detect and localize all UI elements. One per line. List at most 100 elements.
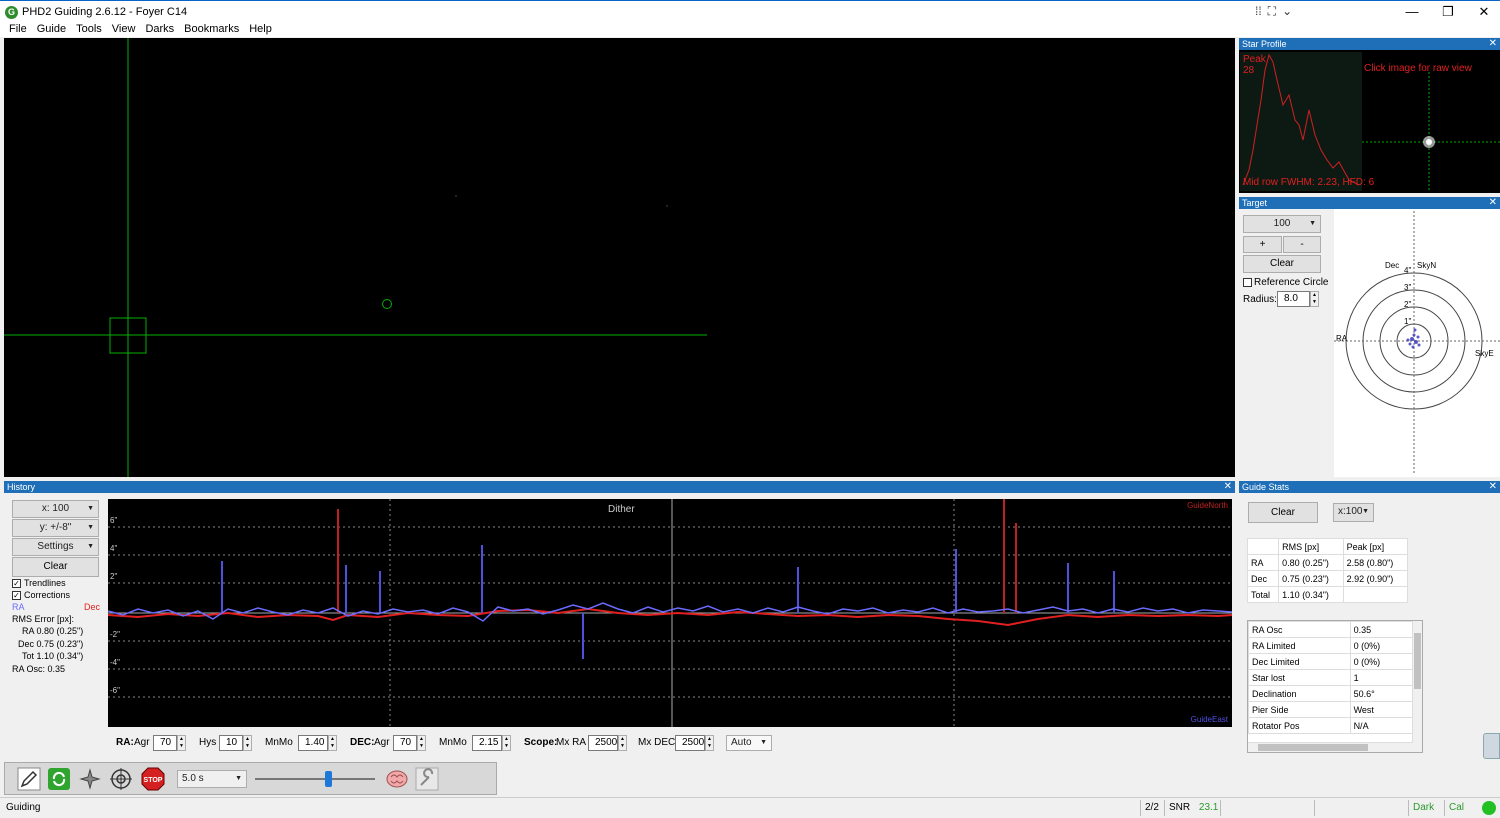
mx-dec-spinner[interactable]: ▲ ▼ [705,735,714,751]
info-stats-table: RA Osc 0.35 RA Limited 0 (0%) Dec Limited 0… [1248,621,1414,734]
scrollbar-thumb[interactable] [1414,633,1421,689]
radius-input[interactable]: 8.0 [1277,291,1310,307]
faint-star [666,205,668,207]
mx-ra-spinner[interactable]: ▲ ▼ [618,735,627,751]
dec-agr-input[interactable]: 70 [393,735,417,751]
table-cell [1342,586,1409,603]
history-graph[interactable]: Dither GuideNorth GuideEast 6" 4" 2" -2"… [107,499,1233,727]
brain-icon[interactable] [385,767,409,791]
menu-view[interactable]: View [107,23,141,37]
close-icon[interactable]: ✕ [1489,481,1497,493]
dec-mnmo-input[interactable]: 2.15 [472,735,502,751]
ra-agr-label: Agr [134,737,150,748]
stats-scale-dropdown[interactable]: x:100 ▼ [1333,503,1374,522]
history-clear-button[interactable]: Clear [12,557,99,577]
ring-label: 3" [1404,283,1412,292]
menu-darks[interactable]: Darks [140,23,179,37]
minimize-button[interactable]: — [1394,1,1430,24]
ring-label: 1" [1404,317,1412,326]
table-header: RMS [px] [1278,538,1344,555]
table-row: Rotator Pos N/A [1248,717,1414,734]
dec-mnmo-label: MnMo [439,737,467,748]
slider-thumb[interactable] [325,771,332,787]
reference-circle-label: Reference Circle [1254,277,1329,288]
info-stats-list[interactable]: RA Osc 0.35 RA Limited 0 (0%) Dec Limited 0… [1247,620,1423,753]
x-scale-dropdown[interactable]: x: 100 ▼ [12,500,99,518]
table-cell: 0 (0%) [1349,653,1414,670]
horizontal-scrollbar[interactable] [1248,742,1413,752]
y-scale-dropdown[interactable]: y: +/-8" ▼ [12,519,99,537]
menu-guide[interactable]: Guide [32,23,71,37]
scope-label: Scope: [524,737,558,748]
peak-label: Peak [1243,54,1266,65]
mx-ra-label: Mx RA [556,737,586,748]
pencil-icon[interactable] [17,767,41,791]
stats-clear-button[interactable]: Clear [1248,502,1318,523]
auto-select-star-icon[interactable] [78,767,102,791]
dec-agr-spinner[interactable]: ▲ ▼ [417,735,426,751]
chevron-down-icon[interactable]: ⌄ [1282,4,1292,22]
table-cell: 0.35 [1349,621,1414,638]
snr-value: 23.1 [1198,802,1219,813]
zoom-out-button[interactable]: - [1283,236,1321,253]
fullscreen-icon[interactable]: ⛶ [1268,4,1276,22]
close-icon[interactable]: ✕ [1489,38,1497,50]
guide-camera-view[interactable] [4,38,1235,477]
history-title: History [7,482,36,492]
zoom-in-button[interactable]: + [1243,236,1282,253]
trendlines-label: Trendlines [24,578,66,588]
ra-mnmo-input[interactable]: 1.40 [298,735,328,751]
table-cell: 0.75 (0.23") [1278,570,1344,587]
close-icon[interactable]: ✕ [1224,481,1232,493]
loop-icon[interactable] [47,767,71,791]
gamma-slider[interactable] [255,771,375,787]
stop-icon-text: STOP [144,777,163,784]
corrections-checkbox[interactable]: ✓ [12,591,21,600]
hys-spinner[interactable]: ▲ ▼ [243,735,252,751]
menu-bookmarks[interactable]: Bookmarks [179,23,244,37]
drag-grip-icon[interactable]: ⁞⁞ [1255,4,1262,22]
ra-params-label: RA: [116,737,134,748]
ra-agr-spinner[interactable]: ▲ ▼ [177,735,186,751]
hys-input[interactable]: 10 [219,735,243,751]
ra-agr-input[interactable]: 70 [153,735,177,751]
history-plot [107,499,1233,727]
trendlines-checkbox[interactable]: ✓ [12,579,21,588]
star-profile-pane[interactable]: Peak 28 Click image for raw view Mid row… [1239,50,1500,193]
ring-label: 4" [1404,266,1412,275]
history-pane: x: 100 ▼ y: +/-8" ▼ Settings ▼ Clear ✓ Tren… [4,493,1235,760]
guide-target-icon[interactable] [109,767,133,791]
settings-dropdown[interactable]: Settings ▼ [12,538,99,556]
radius-spinner[interactable]: ▲ ▼ [1310,291,1319,307]
close-icon[interactable]: ✕ [1489,197,1497,209]
dec-agr-label: Agr [374,737,390,748]
dec-params-label: DEC: [350,737,375,748]
dec-mnmo-spinner[interactable]: ▲ ▼ [502,735,511,751]
menu-tools[interactable]: Tools [71,23,107,37]
mx-ra-input[interactable]: 2500 [588,735,618,751]
wrench-icon[interactable] [415,767,439,791]
guide-stats-title: Guide Stats [1242,482,1290,492]
dec-mode-dropdown[interactable]: Auto ▼ [726,735,772,751]
scrollbar-thumb[interactable] [1258,744,1368,751]
side-dock-tab[interactable] [1483,733,1500,759]
mx-dec-input[interactable]: 2500 [675,735,705,751]
table-row: RA Osc 0.35 [1248,621,1414,638]
table-cell: RA Limited [1248,637,1351,654]
vertical-scrollbar[interactable] [1412,621,1422,752]
close-button[interactable]: ✕ [1466,1,1500,24]
reference-circle-checkbox[interactable] [1243,278,1252,287]
radius-label: Radius: [1243,294,1277,305]
target-bullseye [1334,211,1500,473]
table-header [1246,538,1280,555]
menu-help[interactable]: Help [244,23,277,37]
ra-mnmo-spinner[interactable]: ▲ ▼ [328,735,337,751]
stop-icon[interactable]: STOP [141,767,165,791]
menu-file[interactable]: File [4,23,32,37]
table-row: RA 0.80 (0.25") 2.58 (0.80") [1246,554,1409,571]
exposure-dropdown[interactable]: 5.0 s ▼ [177,770,247,788]
table-cell: Dec [1246,570,1280,587]
target-clear-button[interactable]: Clear [1243,255,1321,273]
target-scale-dropdown[interactable]: 100 ▼ [1243,215,1321,233]
maximize-button[interactable]: ❐ [1430,1,1466,24]
